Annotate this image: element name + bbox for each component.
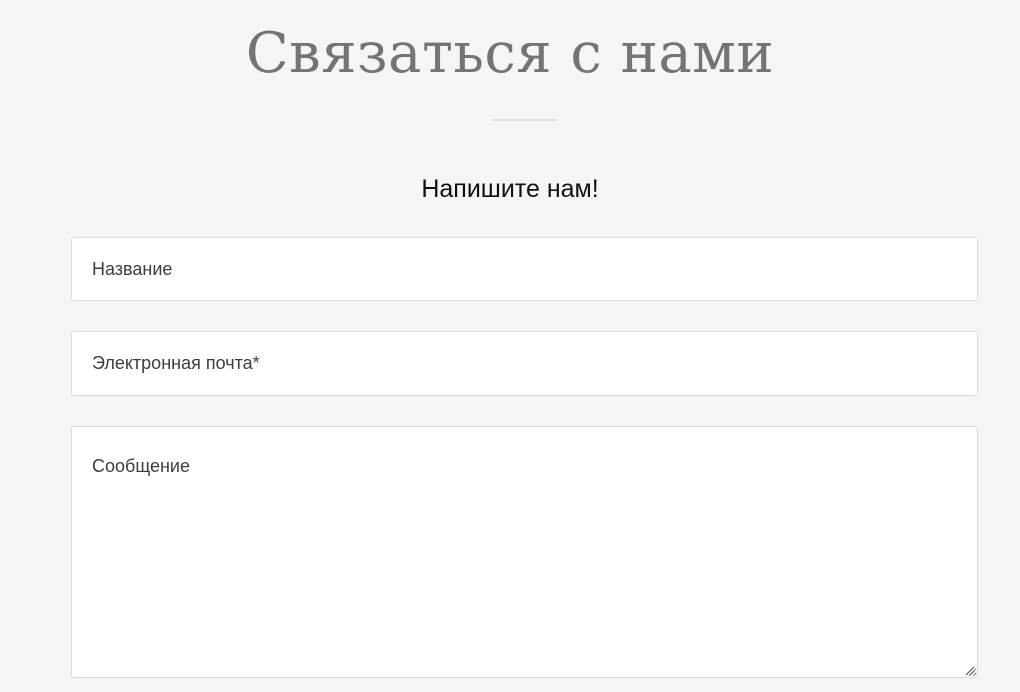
email-input[interactable]: [71, 331, 978, 396]
page-title: Связаться с нами: [245, 21, 775, 86]
message-textarea[interactable]: [71, 426, 978, 678]
name-input[interactable]: [71, 237, 978, 301]
form-subtitle: Напишите нам!: [421, 175, 599, 203]
title-divider: [493, 119, 556, 121]
